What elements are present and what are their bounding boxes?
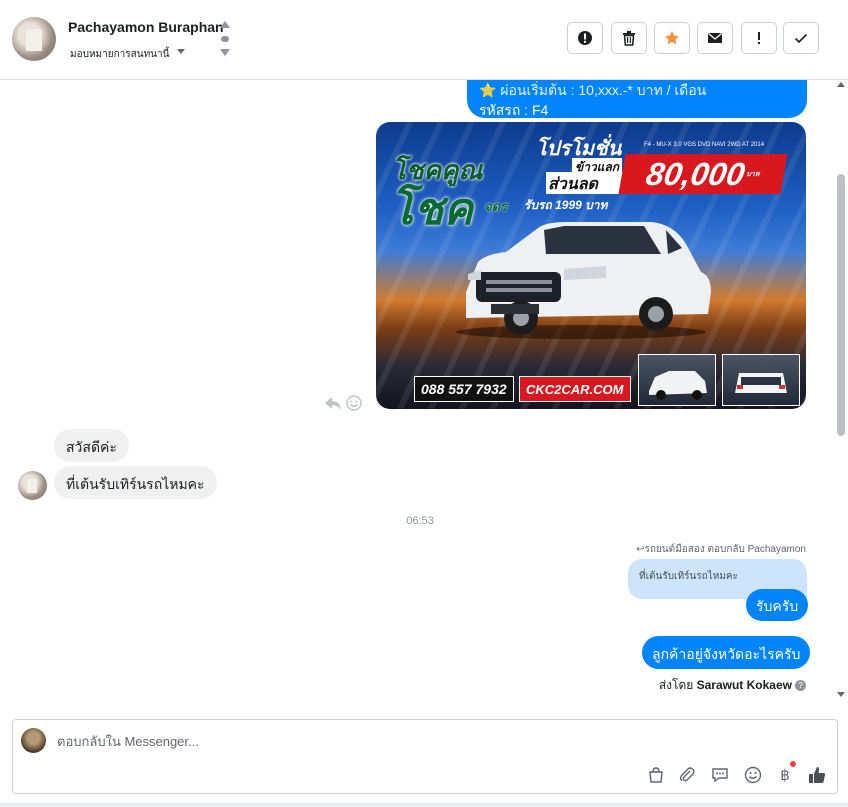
notification-dot bbox=[790, 761, 796, 767]
scroll-up-icon[interactable] bbox=[837, 82, 845, 87]
message-thread[interactable]: ⭐ ผ่อนเริ่มต้น : 10,xxx.-* บาท / เดือน ร… bbox=[0, 80, 848, 712]
star-button[interactable] bbox=[654, 22, 690, 54]
contact-avatar-small[interactable] bbox=[18, 471, 47, 500]
contact-name[interactable]: Pachayamon Buraphan bbox=[68, 19, 224, 35]
promo-thumbnails bbox=[638, 354, 806, 409]
message-text: ⭐ ผ่อนเริ่มต้น : 10,xxx.-* บาท / เดือน bbox=[479, 82, 707, 98]
shopping-bag-icon[interactable] bbox=[646, 765, 666, 785]
reply-composer: ฿ bbox=[12, 719, 838, 794]
reply-input[interactable] bbox=[57, 734, 657, 749]
bottom-divider bbox=[0, 803, 848, 807]
emoji-icon[interactable] bbox=[743, 765, 763, 785]
message-timestamp: 06:53 bbox=[406, 515, 434, 527]
promo-down-text: รับรถ 1999 บาท bbox=[524, 198, 608, 212]
promo-discount-label: ส่วนลด bbox=[546, 172, 626, 194]
envelope-icon bbox=[708, 33, 722, 43]
message-text: รหัสรถ : F4 bbox=[479, 102, 549, 118]
unread-button[interactable] bbox=[697, 22, 733, 54]
message-bubble-incoming[interactable]: ที่เต้นรับเทิร์นรถไหมคะ bbox=[54, 466, 217, 499]
scroll-down-icon[interactable] bbox=[837, 692, 845, 697]
message-bubble-outgoing[interactable]: รับครับ bbox=[746, 589, 809, 621]
suv-car-image bbox=[456, 222, 711, 339]
reply-meta-text: ↩รถยนต์มือสอง ตอบกลับ Pachayamon bbox=[636, 544, 806, 555]
exclamation-icon bbox=[758, 32, 760, 44]
conversation-nav-icon bbox=[221, 36, 229, 42]
conversation-header: Pachayamon Buraphan มอบหมายการสนทนานี้ bbox=[0, 0, 848, 80]
thread-scrollbar[interactable] bbox=[835, 80, 848, 700]
assign-conversation-dropdown[interactable]: มอบหมายการสนทนานี้ bbox=[70, 47, 169, 62]
saved-reply-icon[interactable] bbox=[710, 765, 730, 785]
check-icon bbox=[794, 33, 808, 44]
promo-phone-number: 088 557 7932 bbox=[414, 376, 514, 402]
scrollbar-thumb[interactable] bbox=[837, 174, 845, 436]
help-icon[interactable]: ? bbox=[795, 680, 806, 692]
message-bubble-incoming[interactable]: สวัสดีค่ะ bbox=[54, 429, 129, 462]
exclamation-circle-icon bbox=[578, 31, 592, 45]
like-thumb-icon[interactable] bbox=[807, 765, 827, 785]
delete-button[interactable] bbox=[611, 22, 647, 54]
spam-button[interactable] bbox=[567, 22, 603, 54]
sent-by-line: ส่งโดย Sarawut Kokaew? bbox=[659, 676, 806, 695]
promo-model-text: F4 - MU-X 3.0 VGS DVD NAVI 2WD AT 2014 bbox=[644, 142, 765, 148]
promo-discount-value: 80,000 บาท bbox=[618, 154, 788, 194]
next-conversation-icon[interactable] bbox=[220, 49, 230, 56]
previous-conversation-icon[interactable] bbox=[220, 21, 230, 28]
reply-icon[interactable] bbox=[324, 395, 342, 411]
car-front-thumbnail bbox=[638, 354, 716, 406]
promo-website: CKC2CAR.COM bbox=[519, 376, 631, 402]
contact-avatar[interactable] bbox=[12, 17, 56, 61]
important-button[interactable] bbox=[741, 22, 777, 54]
baht-payment-icon[interactable]: ฿ bbox=[775, 761, 796, 785]
message-bubble-outgoing[interactable]: ⭐ ผ่อนเริ่มต้น : 10,xxx.-* บาท / เดือน ร… bbox=[467, 80, 807, 118]
page-avatar bbox=[21, 728, 46, 753]
done-button[interactable] bbox=[783, 22, 819, 54]
caret-down-icon[interactable] bbox=[177, 49, 185, 54]
car-rear-thumbnail bbox=[722, 354, 800, 406]
message-bubble-outgoing[interactable]: ลูกค้าอยู่จังหวัดอะไรครับ bbox=[642, 636, 811, 669]
paperclip-icon[interactable] bbox=[677, 765, 697, 785]
star-icon bbox=[665, 31, 679, 45]
trash-icon bbox=[623, 31, 635, 46]
promo-image-attachment[interactable]: โปรโมชั่น F4 - MU-X 3.0 VGS DVD NAVI 2WD… bbox=[376, 122, 806, 409]
sender-name[interactable]: Sarawut Kokaew bbox=[697, 678, 792, 692]
emoji-react-icon[interactable] bbox=[346, 395, 362, 411]
